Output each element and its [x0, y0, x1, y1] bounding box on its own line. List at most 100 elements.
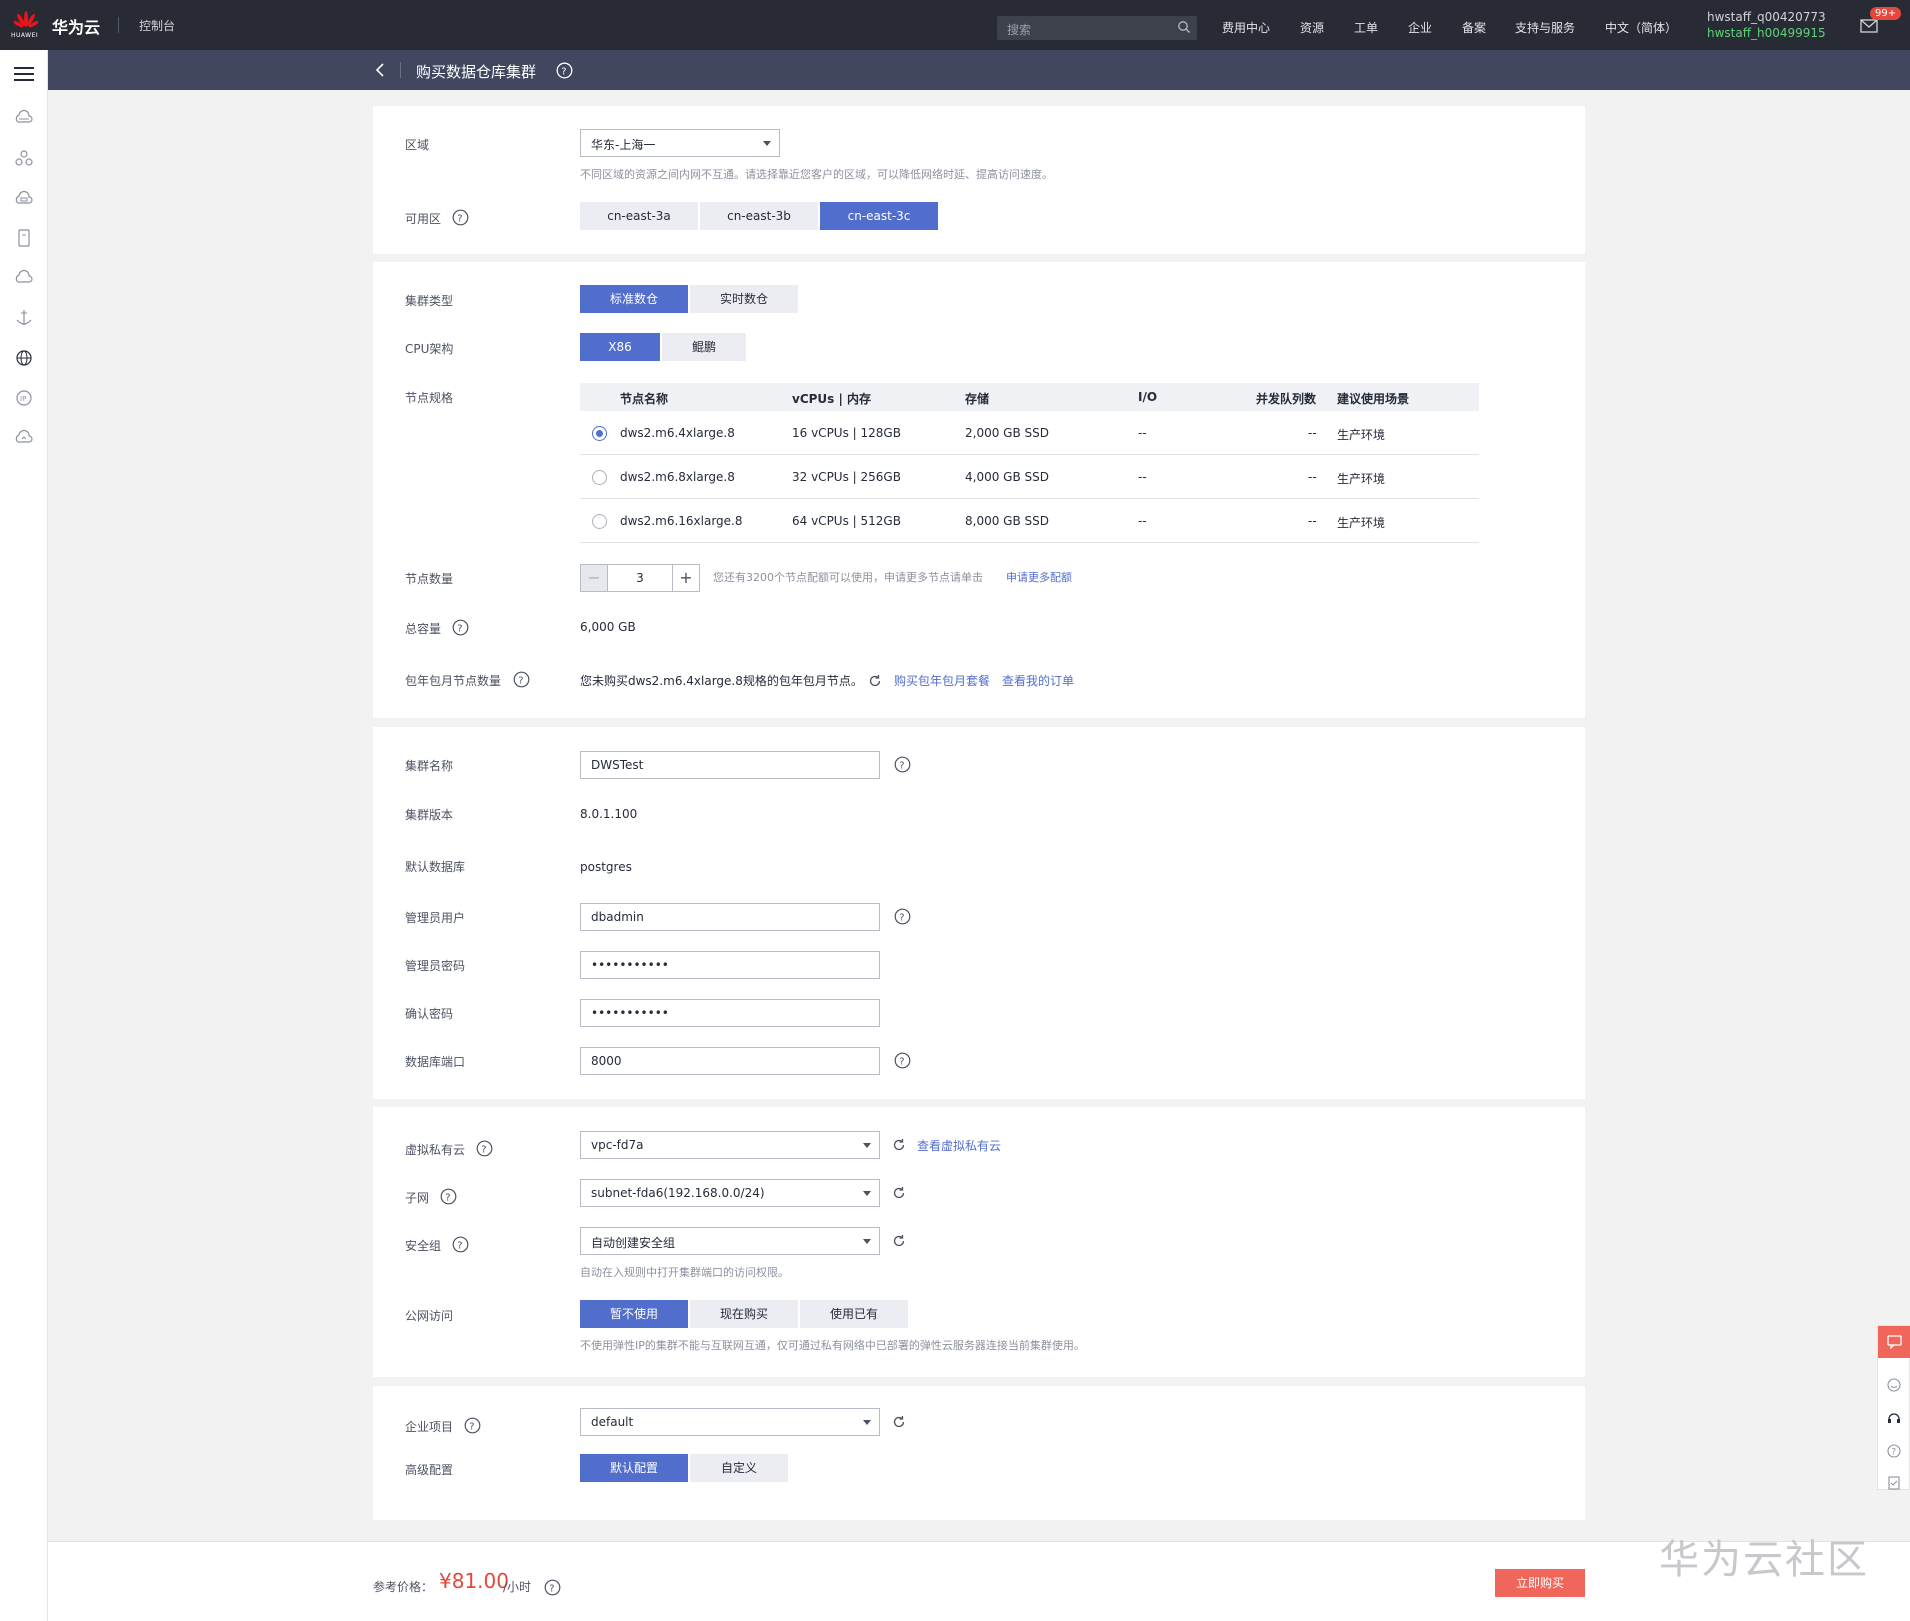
- chat-button[interactable]: [1878, 1326, 1910, 1358]
- node-scene: 生产环境: [1337, 472, 1386, 486]
- admin-password-input[interactable]: •••••••••••: [580, 951, 880, 979]
- node-io: --: [1138, 514, 1147, 528]
- nav-support[interactable]: 支持与服务: [1515, 19, 1575, 36]
- help-icon[interactable]: ?: [513, 671, 530, 688]
- table-row[interactable]: dws2.m6.16xlarge.8 64 vCPUs | 512GB 8,00…: [580, 499, 1479, 543]
- cluster-type-realtime[interactable]: 实时数仓: [690, 285, 798, 313]
- menu-icon[interactable]: [14, 66, 34, 82]
- table-row[interactable]: dws2.m6.8xlarge.8 32 vCPUs | 256GB 4,000…: [580, 455, 1479, 499]
- nav-enterprise[interactable]: 企业: [1408, 19, 1432, 36]
- mail-icon[interactable]: [1860, 19, 1878, 33]
- cloud-upload-icon[interactable]: [13, 427, 35, 449]
- watermark: 华为云社区: [1659, 1537, 1869, 1583]
- eip-not-use[interactable]: 暂不使用: [580, 1300, 688, 1328]
- help-icon[interactable]: ?: [894, 908, 911, 925]
- az-option-3b[interactable]: cn-east-3b: [700, 202, 818, 230]
- enterprise-project-label: 企业项目: [405, 1420, 454, 1434]
- buy-monthly-link[interactable]: 购买包年包月套餐: [894, 672, 990, 689]
- nav-icp[interactable]: 备案: [1462, 19, 1486, 36]
- table-row[interactable]: dws2.m6.4xlarge.8 16 vCPUs | 128GB 2,000…: [580, 411, 1479, 455]
- col-node-name: 节点名称: [620, 392, 669, 406]
- svg-text:?: ?: [457, 1241, 462, 1252]
- view-orders-link[interactable]: 查看我的订单: [1002, 672, 1074, 689]
- search-input[interactable]: 搜索: [997, 16, 1197, 40]
- refresh-icon[interactable]: [892, 1186, 906, 1200]
- enterprise-card: 企业项目 ? default 高级配置 默认配置 自定义: [373, 1386, 1585, 1520]
- radio-button[interactable]: [592, 426, 607, 441]
- nav-language[interactable]: 中文（简体）: [1605, 19, 1677, 36]
- nav-billing[interactable]: 费用中心: [1222, 19, 1270, 36]
- globe-icon[interactable]: [13, 347, 35, 369]
- headset-icon[interactable]: [1887, 1411, 1901, 1425]
- console-link[interactable]: 控制台: [139, 17, 175, 34]
- anchor-icon[interactable]: [13, 307, 35, 329]
- user-primary[interactable]: hwstaff_q00420773: [1707, 10, 1826, 24]
- search-icon[interactable]: [1177, 20, 1191, 34]
- cpu-kunpeng[interactable]: 鲲鹏: [662, 333, 746, 361]
- refresh-icon[interactable]: [868, 674, 882, 688]
- cluster-icon[interactable]: [13, 147, 35, 169]
- huawei-logo[interactable]: HUAWEI: [10, 8, 42, 42]
- db-port-input[interactable]: 8000: [580, 1047, 880, 1075]
- cloud-server-icon[interactable]: [13, 107, 35, 129]
- storage-icon[interactable]: [13, 227, 35, 249]
- help-icon[interactable]: ?: [440, 1188, 457, 1205]
- user-secondary[interactable]: hwstaff_h00499915: [1707, 26, 1826, 40]
- help-icon[interactable]: ?: [452, 1236, 469, 1253]
- cluster-type-standard[interactable]: 标准数仓: [580, 285, 688, 313]
- nav-tickets[interactable]: 工单: [1354, 19, 1378, 36]
- smile-icon[interactable]: [1887, 1378, 1901, 1392]
- help-icon[interactable]: ?: [894, 1052, 911, 1069]
- buy-now-button[interactable]: 立即购买: [1495, 1569, 1585, 1597]
- cloud-database-icon[interactable]: [13, 187, 35, 209]
- decrement-button[interactable]: −: [581, 565, 608, 591]
- increment-button[interactable]: +: [672, 565, 699, 591]
- feedback-icon[interactable]: [1887, 1476, 1901, 1490]
- advanced-default[interactable]: 默认配置: [580, 1454, 688, 1482]
- monthly-node-label: 包年包月节点数量: [405, 674, 502, 688]
- region-card: 区域 华东-上海一 不同区域的资源之间内网不互通。请选择靠近您客户的区域，可以降…: [373, 106, 1585, 254]
- radio-button[interactable]: [592, 514, 607, 529]
- az-option-3a[interactable]: cn-east-3a: [580, 202, 698, 230]
- view-vpc-link[interactable]: 查看虚拟私有云: [917, 1137, 1001, 1154]
- help-icon[interactable]: ?: [476, 1140, 493, 1157]
- question-icon[interactable]: ?: [1887, 1444, 1901, 1458]
- eip-use-existing[interactable]: 使用已有: [800, 1300, 908, 1328]
- advanced-custom[interactable]: 自定义: [690, 1454, 788, 1482]
- refresh-icon[interactable]: [892, 1234, 906, 1248]
- request-quota-link[interactable]: 申请更多配额: [1006, 569, 1072, 585]
- node-count-value[interactable]: 3: [609, 571, 671, 585]
- region-select[interactable]: 华东-上海一: [580, 129, 780, 157]
- help-icon[interactable]: ?: [894, 756, 911, 773]
- confirm-password-input[interactable]: •••••••••••: [580, 999, 880, 1027]
- eip-buy-now[interactable]: 现在购买: [690, 1300, 798, 1328]
- cpu-x86[interactable]: X86: [580, 333, 660, 361]
- refresh-icon[interactable]: [892, 1138, 906, 1152]
- help-icon[interactable]: ?: [556, 62, 573, 79]
- help-icon[interactable]: ?: [544, 1579, 561, 1596]
- refresh-icon[interactable]: [892, 1415, 906, 1429]
- admin-user-input[interactable]: dbadmin: [580, 903, 880, 931]
- help-icon[interactable]: ?: [452, 619, 469, 636]
- svg-text:?: ?: [445, 1193, 450, 1204]
- security-group-select[interactable]: 自动创建安全组: [580, 1227, 880, 1255]
- az-option-3c[interactable]: cn-east-3c: [820, 202, 938, 230]
- svg-text:?: ?: [457, 214, 462, 225]
- cluster-name-input[interactable]: DWSTest: [580, 751, 880, 779]
- admin-password-value: •••••••••••: [591, 958, 669, 972]
- help-icon[interactable]: ?: [464, 1417, 481, 1434]
- back-icon[interactable]: [373, 62, 389, 78]
- nav-resources[interactable]: 资源: [1300, 19, 1324, 36]
- enterprise-project-select[interactable]: default: [580, 1408, 880, 1436]
- node-count-stepper[interactable]: − 3 +: [580, 564, 700, 592]
- brand-name[interactable]: 华为云: [52, 14, 100, 38]
- subnet-select[interactable]: subnet-fda6(192.168.0.0/24): [580, 1179, 880, 1207]
- table-header: 节点名称 vCPUs | 内存 存储 I/O 并发队列数 建议使用场景: [580, 383, 1479, 411]
- cloud-icon[interactable]: [13, 267, 35, 289]
- vpc-select[interactable]: vpc-fd7a: [580, 1131, 880, 1159]
- radio-button[interactable]: [592, 470, 607, 485]
- db-port-label: 数据库端口: [405, 1055, 466, 1069]
- help-icon[interactable]: ?: [452, 209, 469, 226]
- ip-icon[interactable]: IP: [13, 387, 35, 409]
- node-spec-label: 节点规格: [405, 391, 454, 405]
